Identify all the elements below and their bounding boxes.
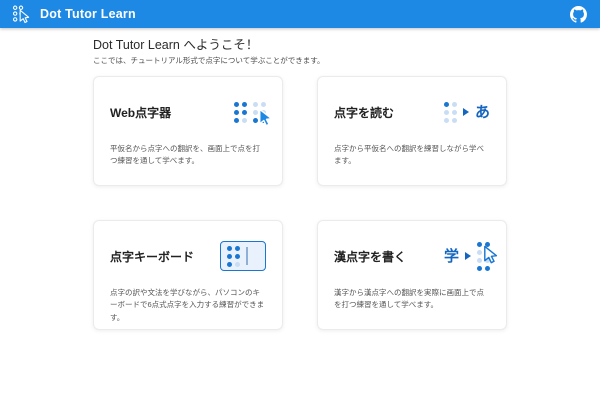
card-title: 点字を読む: [334, 104, 394, 121]
card-description: 漢字から漢点字への翻訳を実際に画面上で点を打つ練習を通して学べます。: [334, 287, 490, 312]
kanji-gaku-glyph: 学: [444, 249, 459, 264]
card-description: 点字の訳や文法を学びながら、パソコンのキーボードで6点式点字を入力する練習ができ…: [110, 287, 266, 324]
card-top: 点字キーボード: [110, 233, 266, 279]
card-title: Web点字器: [110, 104, 171, 121]
welcome-subheading: ここでは、チュートリアル形式で点字について学ぶことができます。: [93, 56, 507, 66]
pointer-cursor-outline-icon: [481, 245, 500, 265]
card-top: Web点字器: [110, 89, 266, 135]
app-title: Dot Tutor Learn: [40, 7, 136, 21]
card-top: 点字を読む あ: [334, 89, 490, 135]
card-description: 点字から平仮名への翻訳を練習しながら学べます。: [334, 143, 490, 168]
card-braille-keyboard[interactable]: 点字キーボード 点字の訳や文法を学びながら、パソコンのキーボードで6点式点字を入…: [93, 220, 283, 330]
text-caret-icon: [246, 247, 248, 265]
card-read-braille[interactable]: 点字を読む あ 点字から平仮名への翻訳を練習しながら学べます。: [317, 76, 507, 186]
braille-input-box-icon: [220, 241, 266, 271]
github-icon: [570, 6, 587, 23]
github-button[interactable]: [568, 4, 589, 25]
tutorial-card-grid: Web点字器: [93, 76, 507, 330]
arrow-right-icon: [465, 252, 471, 260]
main-content: Dot Tutor Learn へようこそ！ ここでは、チュートリアル形式で点字…: [93, 28, 507, 330]
arrow-right-icon: [463, 108, 469, 116]
app-logo-braille-cursor-icon: [11, 4, 31, 24]
card-description: 平仮名から点字への翻訳を、画面上で点を打つ練習を通して学べます。: [110, 143, 266, 168]
app-header: Dot Tutor Learn: [0, 0, 600, 28]
kanji-to-braille-cursor-icon: 学: [444, 242, 490, 271]
card-write-kanji-braille[interactable]: 漢点字を書く 学 漢字から漢点字への翻訳を実際に画面上で点を打つ練: [317, 220, 507, 330]
braille-to-hiragana-icon: あ: [444, 102, 490, 123]
card-web-braille-writer[interactable]: Web点字器: [93, 76, 283, 186]
welcome-heading: Dot Tutor Learn へようこそ！: [93, 38, 507, 53]
braille-write-cursor-icon: [234, 102, 266, 123]
card-title: 点字キーボード: [110, 248, 194, 265]
pointer-cursor-icon: [256, 108, 275, 128]
card-title: 漢点字を書く: [334, 248, 406, 265]
hiragana-a-glyph: あ: [475, 105, 490, 120]
card-top: 漢点字を書く 学: [334, 233, 490, 279]
